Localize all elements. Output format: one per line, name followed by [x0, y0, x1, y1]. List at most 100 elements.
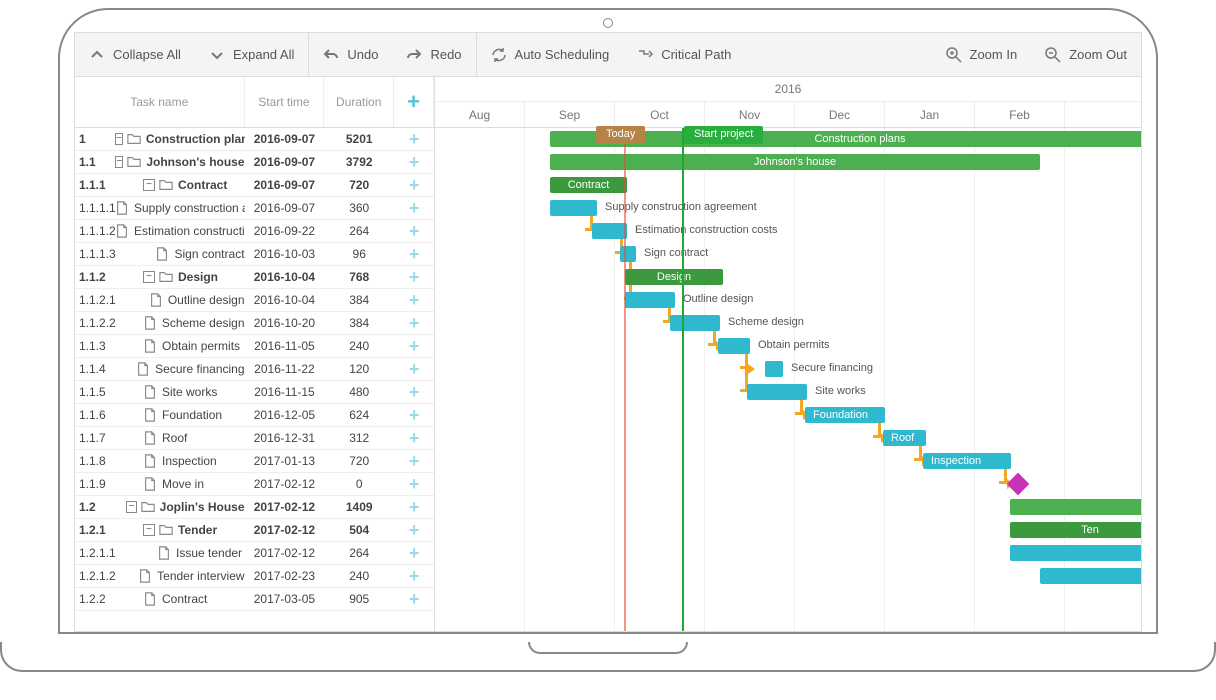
task-bar[interactable] [1010, 545, 1141, 561]
milestone[interactable] [1007, 473, 1030, 496]
grid-row[interactable]: 1.1.3Obtain permits2016-11-05240+ [75, 335, 434, 358]
start-cell: 2016-12-05 [245, 408, 325, 422]
task-bar[interactable]: Foundation [805, 407, 885, 423]
task-bar[interactable] [625, 292, 675, 308]
add-task-button[interactable]: + [394, 359, 434, 380]
month-cell: Jan [885, 102, 975, 127]
add-task-button[interactable]: + [394, 543, 434, 564]
col-task-name[interactable]: Task name [75, 77, 245, 127]
task-bar[interactable]: Roof [883, 430, 926, 446]
grid-row[interactable]: 1.2.2Contract2017-03-05905+ [75, 588, 434, 611]
summary-bar[interactable]: Design [625, 269, 723, 285]
grid-row[interactable]: 1.1.1.3Sign contract2016-10-0396+ [75, 243, 434, 266]
add-task-button[interactable]: + [394, 244, 434, 265]
col-duration[interactable]: Duration [324, 77, 394, 127]
add-task-button[interactable]: + [394, 175, 434, 196]
task-bar[interactable] [592, 223, 627, 239]
grid-row[interactable]: 1.1.9Move in2017-02-120+ [75, 473, 434, 496]
collapse-toggle[interactable]: − [126, 501, 136, 513]
grid-row[interactable]: 1.1.2.1Outline design2016-10-04384+ [75, 289, 434, 312]
collapse-toggle[interactable]: − [143, 524, 155, 536]
task-bar[interactable] [670, 315, 720, 331]
file-icon [138, 569, 152, 583]
start-cell: 2017-02-12 [245, 546, 325, 560]
grid-row[interactable]: 1.1.1.1Supply construction agreement2016… [75, 197, 434, 220]
critical-path-button[interactable]: Critical Path [623, 33, 745, 76]
grid-row[interactable]: 1.1.4Secure financing2016-11-22120+ [75, 358, 434, 381]
add-task-button[interactable]: + [394, 405, 434, 426]
add-task-button[interactable]: + [394, 198, 434, 219]
grid-row[interactable]: 1.2−Joplin's House2017-02-121409+ [75, 496, 434, 519]
col-start-time[interactable]: Start time [245, 77, 325, 127]
file-icon [143, 592, 157, 606]
grid-row[interactable]: 1.2.1.1Issue tender2017-02-12264+ [75, 542, 434, 565]
add-task-button[interactable]: + [394, 382, 434, 403]
summary-bar[interactable]: Ten [1010, 522, 1141, 538]
summary-bar[interactable]: Contract [550, 177, 627, 193]
add-task-button[interactable]: + [394, 313, 434, 334]
start-cell: 2016-11-05 [245, 339, 325, 353]
add-task-button[interactable]: + [394, 474, 434, 495]
task-bar[interactable] [765, 361, 783, 377]
add-task-button[interactable]: + [394, 152, 434, 173]
grid-row[interactable]: 1.1.8Inspection2017-01-13720+ [75, 450, 434, 473]
dependency-arrow [748, 364, 755, 374]
duration-cell: 240 [324, 569, 394, 583]
task-name-cell: Contract [178, 178, 227, 192]
zoom-in-button[interactable]: Zoom In [932, 33, 1032, 76]
add-task-button[interactable]: + [394, 129, 434, 150]
duration-cell: 240 [324, 339, 394, 353]
grid-row[interactable]: 1.1.7Roof2016-12-31312+ [75, 427, 434, 450]
task-bar[interactable] [1040, 568, 1141, 584]
undo-button[interactable]: Undo [309, 33, 392, 76]
add-task-button[interactable]: + [394, 221, 434, 242]
gantt-chart[interactable]: TodayStart projectConstruction plansJohn… [435, 128, 1141, 631]
grid-row[interactable]: 1.1.5Site works2016-11-15480+ [75, 381, 434, 404]
add-task-button[interactable]: + [394, 336, 434, 357]
add-task-button[interactable]: + [394, 451, 434, 472]
timeline-panel: 2016 AugSepOctNovDecJanFeb TodayStart pr… [435, 77, 1141, 631]
collapse-toggle[interactable]: − [115, 156, 123, 168]
wbs-cell: 1.1.2.1 [75, 293, 115, 307]
grid-row[interactable]: 1.1.6Foundation2016-12-05624+ [75, 404, 434, 427]
grid-row[interactable]: 1.1.2.2Scheme design2016-10-20384+ [75, 312, 434, 335]
expand-all-button[interactable]: Expand All [195, 33, 308, 76]
wbs-cell: 1.1.4 [75, 362, 115, 376]
task-bar[interactable] [747, 384, 807, 400]
collapse-toggle[interactable]: − [143, 179, 155, 191]
grid-row[interactable]: 1.1.2−Design2016-10-04768+ [75, 266, 434, 289]
zoom-out-icon [1045, 47, 1061, 63]
summary-bar[interactable] [1010, 499, 1141, 515]
add-task-button[interactable]: + [394, 290, 434, 311]
task-name-cell: Scheme design [162, 316, 245, 330]
redo-button[interactable]: Redo [392, 33, 475, 76]
grid-row[interactable]: 1.1.1−Contract2016-09-07720+ [75, 174, 434, 197]
month-cell: Feb [975, 102, 1065, 127]
collapse-toggle[interactable]: − [115, 133, 123, 145]
auto-scheduling-button[interactable]: Auto Scheduling [477, 33, 624, 76]
zoom-out-button[interactable]: Zoom Out [1031, 33, 1141, 76]
grid-row[interactable]: 1−Construction plans2016-09-075201+ [75, 128, 434, 151]
task-bar[interactable] [718, 338, 750, 354]
task-bar[interactable]: Inspection [923, 453, 1011, 469]
task-bar[interactable] [620, 246, 636, 262]
grid-row[interactable]: 1.2.1−Tender2017-02-12504+ [75, 519, 434, 542]
add-task-button[interactable]: + [394, 428, 434, 449]
add-task-button[interactable]: + [394, 520, 434, 541]
task-bar-label: Outline design [683, 293, 753, 305]
app-screen: Collapse All Expand All Undo Redo Auto S… [74, 32, 1142, 632]
add-task-button[interactable]: + [394, 589, 434, 610]
task-bar[interactable] [550, 200, 597, 216]
collapse-toggle[interactable]: − [143, 271, 155, 283]
grid-row[interactable]: 1.2.1.2Tender interview2017-02-23240+ [75, 565, 434, 588]
grid-row[interactable]: 1.1.1.2Estimation construction costs2016… [75, 220, 434, 243]
add-column-button[interactable]: + [394, 77, 434, 127]
add-task-button[interactable]: + [394, 497, 434, 518]
add-task-button[interactable]: + [394, 267, 434, 288]
add-task-button[interactable]: + [394, 566, 434, 587]
grid-row[interactable]: 1.1−Johnson's house2016-09-073792+ [75, 151, 434, 174]
duration-cell: 720 [324, 178, 394, 192]
folder-icon [159, 270, 173, 284]
collapse-all-button[interactable]: Collapse All [75, 33, 195, 76]
duration-cell: 312 [324, 431, 394, 445]
